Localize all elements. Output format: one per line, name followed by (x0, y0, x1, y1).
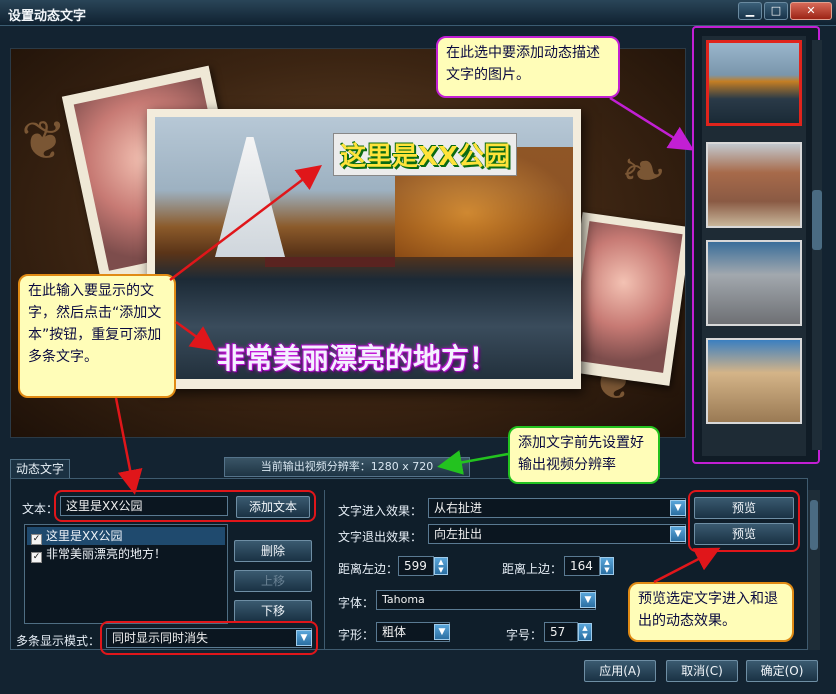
annotation-arrows (114, 96, 721, 584)
arrow-input-3 (114, 397, 143, 495)
arrow-input-1 (169, 164, 322, 281)
arrow-preview (653, 547, 721, 584)
arrow-input-2 (175, 320, 217, 351)
arrow-resolution (437, 450, 509, 475)
arrow-pick (609, 96, 695, 151)
